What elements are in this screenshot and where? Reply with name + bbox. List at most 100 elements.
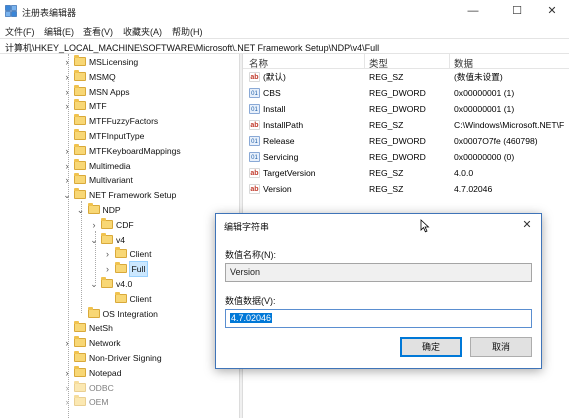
string-value-icon: ab: [249, 72, 260, 82]
tree-item-label[interactable]: OEM: [89, 395, 109, 409]
tree-item[interactable]: › ODBC: [0, 380, 239, 395]
column-header-data[interactable]: 数据: [454, 56, 473, 70]
tree-item-label[interactable]: MTFFuzzyFactors: [89, 114, 158, 128]
maximize-button[interactable]: ☐: [497, 2, 537, 20]
tree-item[interactable]: Non-Driver Signing: [0, 351, 239, 365]
tree-item-label[interactable]: MTF: [89, 99, 107, 113]
value-name-cell: Release: [263, 136, 295, 146]
tree-item-label[interactable]: Network: [89, 336, 121, 350]
value-data-input[interactable]: 4.7.02046: [225, 309, 532, 328]
value-row[interactable]: 01 Install REG_DWORD 0x00000001 (1): [243, 101, 569, 117]
key-tree[interactable]: › MSLicensing › MSMQ › MSN Apps › MTF MTFFuzzyFa…: [0, 54, 239, 418]
chevron-right-icon[interactable]: ›: [62, 99, 72, 113]
tree-item[interactable]: › MTF: [0, 99, 239, 113]
menu-favorites[interactable]: 收藏夹(A): [123, 25, 162, 38]
tree-item[interactable]: › Multimedia: [0, 158, 239, 173]
tree-item-label[interactable]: Client: [130, 247, 152, 261]
tree-item-label[interactable]: Multimedia: [89, 159, 131, 173]
chevron-down-icon[interactable]: ⌄: [89, 233, 99, 247]
cancel-button[interactable]: 取消: [470, 337, 532, 357]
tree-item[interactable]: ⌄ NDP: [0, 203, 239, 217]
chevron-right-icon[interactable]: ›: [62, 366, 72, 380]
value-row[interactable]: ab Version REG_SZ 4.7.02046: [243, 181, 569, 197]
tree-item[interactable]: › CDF: [0, 217, 239, 232]
tree-item-label[interactable]: NDP: [103, 203, 121, 217]
value-data-text[interactable]: 4.7.02046: [230, 313, 273, 323]
menu-help[interactable]: 帮助(H): [172, 25, 203, 38]
tree-item[interactable]: › Network: [0, 336, 239, 350]
close-button[interactable]: ✕: [532, 2, 569, 20]
tree-item[interactable]: › Multivariant: [0, 173, 239, 187]
chevron-right-icon[interactable]: ›: [62, 159, 72, 173]
value-row[interactable]: ab InstallPath REG_SZ C:\Windows\Microsoft.…: [243, 117, 569, 133]
chevron-right-icon[interactable]: ›: [62, 336, 72, 350]
folder-icon: [74, 69, 86, 81]
dword-value-icon: 01: [249, 152, 260, 162]
tree-item-label[interactable]: Multivariant: [89, 173, 133, 187]
chevron-right-icon[interactable]: ›: [62, 144, 72, 158]
tree-item-label[interactable]: Non-Driver Signing: [89, 351, 162, 365]
ok-button[interactable]: 确定: [400, 337, 462, 357]
tree-item[interactable]: Client: [0, 291, 239, 306]
menu-view[interactable]: 查看(V): [83, 25, 113, 38]
chevron-down-icon[interactable]: ⌄: [89, 277, 99, 291]
chevron-right-icon[interactable]: ›: [62, 173, 72, 187]
chevron-down-icon[interactable]: ⌄: [76, 203, 86, 217]
chevron-right-icon[interactable]: ›: [103, 262, 113, 276]
chevron-right-icon[interactable]: ›: [62, 55, 72, 69]
value-row[interactable]: ab TargetVersion REG_SZ 4.0.0: [243, 165, 569, 181]
tree-item[interactable]: NetSh: [0, 321, 239, 335]
value-type-cell: REG_SZ: [369, 72, 404, 82]
chevron-right-icon[interactable]: ›: [89, 218, 99, 232]
tree-item-label[interactable]: Client: [130, 292, 152, 306]
tree-item[interactable]: ⌄ v4.0: [0, 277, 239, 291]
tree-item[interactable]: › MSMQ: [0, 69, 239, 84]
menu-file[interactable]: 文件(F): [5, 25, 35, 38]
tree-item[interactable]: › Notepad: [0, 365, 239, 380]
tree-item[interactable]: MTFInputType: [0, 129, 239, 143]
tree-item-label[interactable]: v4: [116, 233, 125, 247]
tree-item[interactable]: MTFFuzzyFactors: [0, 114, 239, 128]
chevron-right-icon[interactable]: ›: [103, 247, 113, 261]
tree-item-label[interactable]: NetSh: [89, 321, 113, 335]
minimize-button[interactable]: —: [453, 2, 493, 20]
value-row[interactable]: 01 Release REG_DWORD 0x0007O7fe (460798): [243, 133, 569, 149]
tree-item[interactable]: › Full: [0, 261, 239, 278]
tree-item-label[interactable]: MTFKeyboardMappings: [89, 144, 181, 158]
tree-item-label[interactable]: Notepad: [89, 366, 122, 380]
column-header-name[interactable]: 名称: [249, 56, 268, 70]
tree-item-label[interactable]: MSLicensing: [89, 55, 138, 69]
tree-item-label[interactable]: NET Framework Setup: [89, 188, 176, 202]
tree-item-label[interactable]: Full: [128, 261, 149, 278]
tree-item[interactable]: OS Integration: [0, 306, 239, 321]
value-row[interactable]: 01 Servicing REG_DWORD 0x00000000 (0): [243, 149, 569, 165]
tree-item-label[interactable]: ODBC: [89, 381, 114, 395]
tree-item-label[interactable]: OS Integration: [103, 307, 158, 321]
tree-item[interactable]: › MSN Apps: [0, 84, 239, 99]
column-header-type[interactable]: 类型: [369, 56, 388, 70]
tree-item-label[interactable]: CDF: [116, 218, 134, 232]
string-value-icon: ab: [249, 184, 260, 194]
tree-item-label[interactable]: MSMQ: [89, 70, 116, 84]
chevron-right-icon[interactable]: ›: [62, 85, 72, 99]
chevron-right-icon[interactable]: ›: [62, 395, 72, 409]
address-bar[interactable]: 计算机\HKEY_LOCAL_MACHINE\SOFTWARE\Microsof…: [0, 38, 569, 54]
tree-item[interactable]: ⌄ NET Framework Setup: [0, 188, 239, 202]
address-path[interactable]: 计算机\HKEY_LOCAL_MACHINE\SOFTWARE\Microsof…: [5, 41, 379, 54]
chevron-down-icon[interactable]: ⌄: [62, 188, 72, 202]
tree-item-label[interactable]: v4.0: [116, 277, 132, 291]
tree-item[interactable]: ⌄ v4: [0, 232, 239, 247]
dialog-close-button[interactable]: ✕: [518, 217, 536, 233]
chevron-right-icon[interactable]: ›: [62, 381, 72, 395]
chevron-right-icon[interactable]: ›: [62, 70, 72, 84]
tree-item[interactable]: › Client: [0, 247, 239, 261]
tree-item-label[interactable]: MSN Apps: [89, 85, 130, 99]
menu-edit[interactable]: 编辑(E): [44, 25, 74, 38]
value-row[interactable]: 01 CBS REG_DWORD 0x00000001 (1): [243, 85, 569, 101]
tree-item[interactable]: › MSLicensing: [0, 55, 239, 69]
tree-item-label[interactable]: MTFInputType: [89, 129, 144, 143]
tree-item[interactable]: › OEM: [0, 395, 239, 409]
dialog-title-bar: 编辑字符串 ✕: [216, 214, 541, 236]
value-row[interactable]: ab (默认) REG_SZ (数值未设置): [243, 69, 569, 85]
tree-item[interactable]: › MTFKeyboardMappings: [0, 143, 239, 158]
